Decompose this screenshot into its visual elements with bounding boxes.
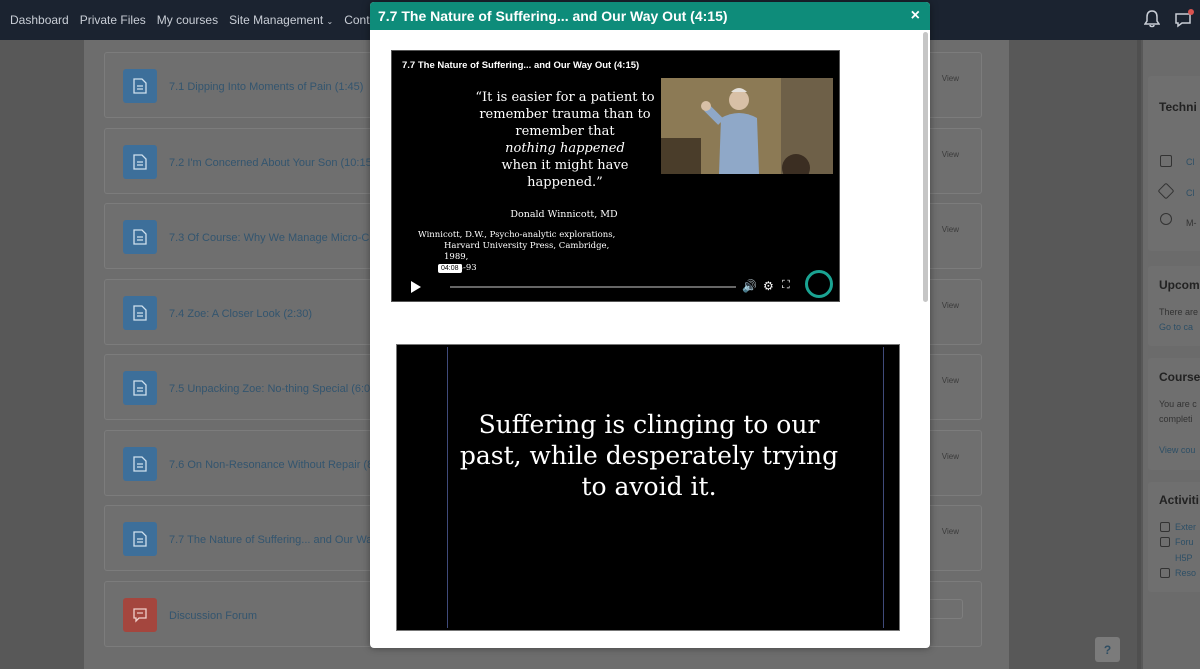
nav-private-files[interactable]: Private Files bbox=[80, 13, 146, 27]
view-link[interactable]: View bbox=[942, 376, 959, 385]
activity-title[interactable]: 7.4 Zoe: A Closer Look (2:30) bbox=[169, 308, 312, 320]
slide-image: Suffering is clinging to our past, while… bbox=[396, 344, 900, 631]
modal-header: 7.7 The Nature of Suffering... and Our W… bbox=[370, 2, 930, 30]
video-title: 7.7 The Nature of Suffering... and Our W… bbox=[402, 60, 640, 71]
player-logo-icon bbox=[805, 270, 833, 298]
video-player[interactable]: 7.7 The Nature of Suffering... and Our W… bbox=[391, 50, 840, 302]
upcoming-text: There are bbox=[1159, 307, 1199, 317]
quote-author: Donald Winnicott, MD bbox=[510, 209, 618, 220]
tech-link[interactable]: Cl bbox=[1186, 188, 1195, 198]
activity-title[interactable]: 7.5 Unpacking Zoe: No-thing Special (6:0… bbox=[169, 383, 380, 395]
faq-icon bbox=[1160, 155, 1172, 167]
sidebar-heading-activities: Activiti bbox=[1159, 493, 1200, 507]
activity-link-resources[interactable]: Reso bbox=[1175, 568, 1196, 578]
quote-line: nothing happened bbox=[505, 141, 625, 156]
slide-text-line: past, while desperately trying bbox=[459, 441, 839, 470]
play-icon[interactable] bbox=[411, 281, 421, 293]
course-progress-text-2: completi bbox=[1159, 414, 1193, 424]
activity-title[interactable]: 7.6 On Non-Resonance Without Repair (8:3 bbox=[169, 459, 382, 471]
view-link[interactable]: View bbox=[942, 74, 959, 83]
close-icon[interactable]: × bbox=[911, 7, 920, 25]
notification-badge bbox=[1188, 9, 1194, 15]
sidebar-heading-technical: Techni bbox=[1159, 100, 1197, 114]
slide-text-line: Suffering is clinging to our bbox=[478, 410, 820, 439]
nav-site-management[interactable]: Site Management ⌄ bbox=[229, 13, 333, 27]
messages-icon[interactable] bbox=[1174, 9, 1194, 28]
modal-title: 7.7 The Nature of Suffering... and Our W… bbox=[378, 8, 728, 24]
activity-link-external[interactable]: Exter bbox=[1175, 522, 1196, 532]
page-icon bbox=[123, 371, 157, 405]
page-icon bbox=[123, 220, 157, 254]
activity-title[interactable]: 7.7 The Nature of Suffering... and Our W… bbox=[169, 534, 378, 546]
quote-text: “It is easier for a patient to remember … bbox=[450, 89, 680, 191]
tech-hours: M- bbox=[1186, 218, 1197, 228]
page-icon bbox=[123, 447, 157, 481]
sidebar-divider bbox=[1137, 40, 1141, 669]
view-link[interactable]: View bbox=[942, 452, 959, 461]
modal-scrollbar[interactable] bbox=[923, 32, 928, 302]
view-link[interactable]: View bbox=[942, 527, 959, 536]
view-course-link[interactable]: View cou bbox=[1159, 445, 1195, 455]
nav-my-courses[interactable]: My courses bbox=[157, 13, 218, 27]
activity-title[interactable]: 7.1 Dipping Into Moments of Pain (1:45) bbox=[169, 81, 363, 93]
activity-title[interactable]: 7.2 I'm Concerned About Your Son (10:15) bbox=[169, 157, 375, 169]
video-modal: 7.7 The Nature of Suffering... and Our W… bbox=[370, 2, 930, 648]
go-to-calendar-link[interactable]: Go to ca bbox=[1159, 322, 1193, 332]
help-button[interactable]: ? bbox=[1095, 637, 1120, 662]
tech-link[interactable]: Cl bbox=[1186, 157, 1195, 167]
time-tooltip: 04:08 bbox=[438, 264, 462, 273]
view-link[interactable]: View bbox=[942, 225, 959, 234]
view-link[interactable]: View bbox=[942, 150, 959, 159]
clock-icon bbox=[1160, 213, 1172, 225]
activity-title[interactable]: Discussion Forum bbox=[169, 610, 257, 622]
external-tool-icon bbox=[1160, 522, 1170, 532]
chevron-down-icon: ⌄ bbox=[326, 17, 334, 26]
resource-icon bbox=[1160, 568, 1170, 578]
page-icon bbox=[123, 296, 157, 330]
fullscreen-icon[interactable]: ⛶ bbox=[782, 279, 790, 292]
activity-title[interactable]: 7.3 Of Course: Why We Manage Micro-Cue bbox=[169, 232, 382, 244]
settings-icon[interactable]: ⚙ bbox=[763, 279, 774, 293]
volume-icon[interactable]: 🔊 bbox=[742, 279, 757, 293]
page-icon bbox=[123, 145, 157, 179]
slide-text: Suffering is clinging to our past, while… bbox=[457, 409, 841, 502]
quote-line: happened.” bbox=[527, 175, 603, 190]
sidebar-heading-upcoming: Upcom bbox=[1159, 278, 1200, 292]
quote-line: “It is easier for a patient to bbox=[475, 90, 655, 105]
forum-icon bbox=[123, 598, 157, 632]
sidebar-heading-course: Course bbox=[1159, 370, 1200, 384]
nav-site-management-label: Site Management bbox=[229, 13, 324, 27]
page-icon bbox=[123, 522, 157, 556]
slide-border-line bbox=[883, 347, 884, 628]
nav-dashboard[interactable]: Dashboard bbox=[10, 13, 69, 27]
page-icon bbox=[123, 69, 157, 103]
activity-link-forum[interactable]: Foru bbox=[1175, 537, 1194, 547]
view-link[interactable]: View bbox=[942, 301, 959, 310]
course-progress-text: You are c bbox=[1159, 399, 1197, 409]
slide-border-line bbox=[447, 347, 448, 628]
bell-icon[interactable] bbox=[1143, 10, 1162, 28]
slide-text-line: to avoid it. bbox=[581, 472, 717, 501]
forum-small-icon bbox=[1160, 537, 1170, 547]
citation-line: Winnicott, D.W., Psycho-analytic explora… bbox=[418, 230, 616, 240]
progress-bar[interactable] bbox=[450, 286, 736, 288]
quote-line: remember trauma than to bbox=[479, 107, 651, 122]
speaker-video-thumbnail bbox=[661, 78, 833, 174]
quote-line: remember that bbox=[515, 124, 615, 139]
activity-link-h5p[interactable]: H5P bbox=[1175, 553, 1193, 563]
citation-line: Harvard University Press, Cambridge, 198… bbox=[444, 241, 610, 262]
quote-line: when it might have bbox=[501, 158, 629, 173]
